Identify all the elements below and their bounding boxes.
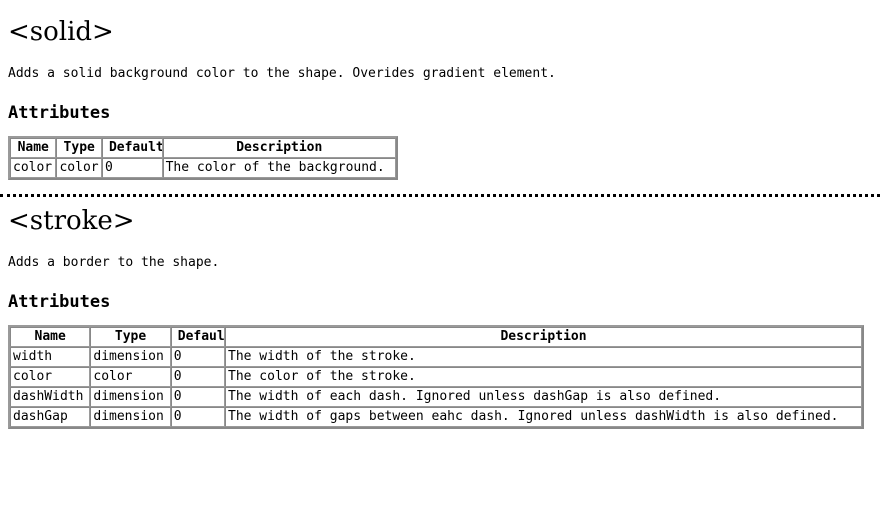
cell-attr-type: color bbox=[56, 158, 102, 179]
page-title-stroke: <stroke> bbox=[8, 206, 135, 237]
column-header-type: Type bbox=[56, 138, 102, 159]
cell-attr-description: The width of the stroke. bbox=[225, 347, 862, 368]
table-header-row: Name Type Default Description bbox=[10, 327, 862, 348]
table-row: dashGap dimension 0 The width of gaps be… bbox=[10, 407, 862, 428]
document-page: <solid> Adds a solid background color to… bbox=[0, 0, 880, 430]
attributes-heading: Attributes bbox=[8, 102, 111, 123]
cell-attr-description: The width of each dash. Ignored unless d… bbox=[225, 387, 862, 408]
cell-attr-type: dimension bbox=[90, 387, 171, 408]
attributes-heading-stroke: Attributes bbox=[8, 291, 111, 312]
attributes-table-solid: Name Type Default Description color colo… bbox=[8, 136, 398, 181]
cell-attr-type: color bbox=[90, 367, 171, 388]
column-header-default: Default bbox=[170, 327, 225, 348]
cell-attr-name: dashGap bbox=[10, 407, 91, 428]
column-header-description: Description bbox=[162, 138, 396, 159]
cell-attr-description: The color of the background. bbox=[162, 158, 396, 179]
cell-attr-default: 0 bbox=[170, 347, 225, 368]
section-description-stroke: Adds a border to the shape. bbox=[8, 254, 220, 270]
cell-attr-description: The color of the stroke. bbox=[225, 367, 862, 388]
cell-attr-default: 0 bbox=[170, 367, 225, 388]
section-solid: <solid> Adds a solid background color to… bbox=[8, 17, 872, 181]
cell-attr-name: color bbox=[10, 158, 57, 179]
section-description: Adds a solid background color to the sha… bbox=[8, 65, 556, 81]
cell-attr-default: 0 bbox=[170, 387, 225, 408]
cell-attr-name: color bbox=[10, 367, 91, 388]
cell-attr-type: dimension bbox=[90, 347, 171, 368]
table-row: width dimension 0 The width of the strok… bbox=[10, 347, 862, 368]
table-row: color color 0 The color of the backgroun… bbox=[10, 158, 396, 179]
cell-attr-name: dashWidth bbox=[10, 387, 91, 408]
table-row: color color 0 The color of the stroke. bbox=[10, 367, 862, 388]
section-stroke: <stroke> Adds a border to the shape. Att… bbox=[8, 206, 872, 430]
column-header-description: Description bbox=[225, 327, 862, 348]
cell-attr-default: 0 bbox=[101, 158, 163, 179]
column-header-default: Default bbox=[101, 138, 163, 159]
cell-attr-type: dimension bbox=[90, 407, 171, 428]
column-header-name: Name bbox=[10, 327, 91, 348]
page-title: <solid> bbox=[8, 17, 114, 47]
cell-attr-description: The width of gaps between eahc dash. Ign… bbox=[225, 407, 862, 428]
cell-attr-default: 0 bbox=[170, 407, 225, 428]
cell-attr-name: width bbox=[10, 347, 91, 368]
attributes-table-stroke: Name Type Default Description width dime… bbox=[8, 325, 864, 430]
column-header-type: Type bbox=[90, 327, 171, 348]
table-header-row: Name Type Default Description bbox=[10, 138, 396, 159]
section-separator bbox=[0, 194, 880, 198]
column-header-name: Name bbox=[10, 138, 57, 159]
table-row: dashWidth dimension 0 The width of each … bbox=[10, 387, 862, 408]
